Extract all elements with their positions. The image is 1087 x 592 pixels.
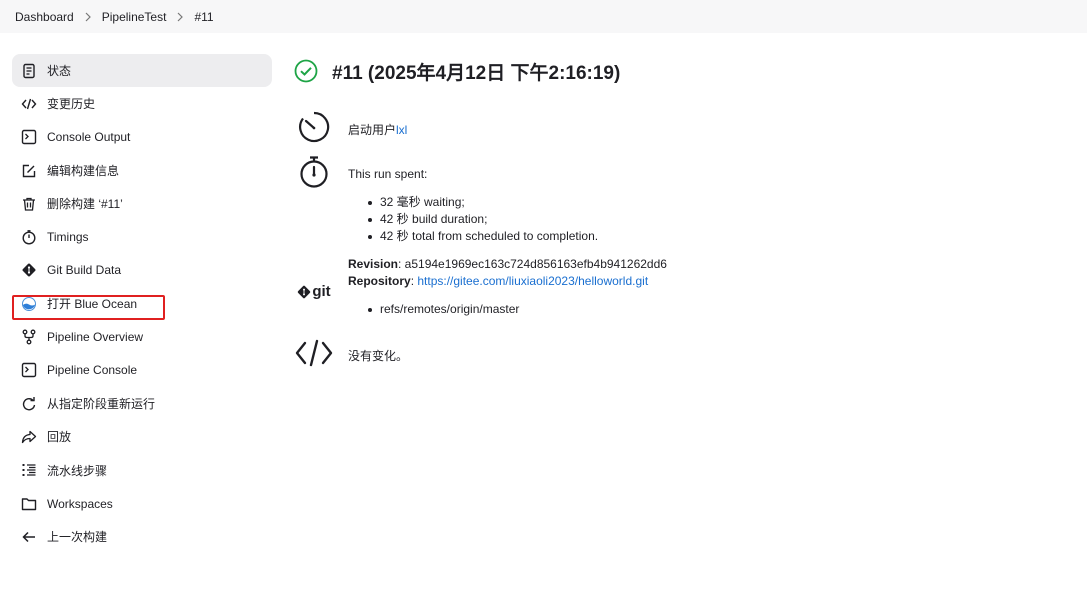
replay-icon [20,428,38,446]
sidebar: 状态 变更历史 Console Output 编辑构建信息 删除构建 ‘#11’… [12,54,272,553]
page-title-row: #11 (2025年4月12日 下午2:16:19) [294,56,1074,86]
status-doc-icon [20,62,38,80]
git-section: git Revision: a5194e1969ec163c724d856163… [294,256,667,318]
changes-section: 没有变化。 [294,338,408,368]
sidebar-item-pipeline-overview[interactable]: Pipeline Overview [12,320,272,353]
started-by-user-link[interactable]: lxl [396,123,407,137]
folder-icon [20,495,38,513]
git-logo-text: git [312,283,331,300]
sidebar-item-changes[interactable]: 变更历史 [12,87,272,120]
git-icon [298,285,311,298]
git-logo: git [297,265,331,318]
sidebar-item-git-build-data[interactable]: Git Build Data [12,254,272,287]
sidebar-item-replay[interactable]: 回放 [12,420,272,453]
revision-label: Revision [348,257,399,271]
list-item: 42 秒 total from scheduled to completion. [348,228,598,245]
stopwatch-icon [300,156,328,188]
started-by-section: 启动用户lxl [294,110,407,144]
breadcrumb: Dashboard PipelineTest #11 [0,0,1087,33]
repository-label: Repository [348,274,411,288]
breadcrumb-build[interactable]: #11 [194,10,213,24]
revision-value: : a5194e1969ec163c724d856163efb4b941262d… [398,257,667,271]
sidebar-item-label: Git Build Data [47,263,122,278]
sidebar-item-label: Pipeline Console [47,363,138,378]
repository-link[interactable]: https://gitee.com/liuxiaoli2023/hellowor… [417,274,648,288]
sidebar-item-restart-from-stage[interactable]: 从指定阶段重新运行 [12,387,272,420]
breadcrumb-pipeline[interactable]: PipelineTest [102,10,167,24]
no-changes-text: 没有变化。 [348,349,409,363]
sidebar-item-label: 编辑构建信息 [47,164,120,179]
restart-icon [20,395,38,413]
sidebar-item-label: Pipeline Overview [47,330,144,345]
sidebar-item-label: Console Output [47,130,131,145]
repository-line: Repository: https://gitee.com/liuxiaoli2… [348,273,667,290]
sidebar-item-previous-build[interactable]: 上一次构建 [12,520,272,553]
sidebar-item-label: 从指定阶段重新运行 [47,397,156,412]
git-icon [20,261,38,279]
sidebar-item-workspaces[interactable]: Workspaces [12,487,272,520]
started-by-prefix: 启动用户 [348,123,397,137]
sidebar-item-blue-ocean[interactable]: 打开 Blue Ocean [12,287,272,320]
terminal-icon [20,128,38,146]
revision-line: Revision: a5194e1969ec163c724d856163efb4… [348,256,667,273]
edit-icon [20,162,38,180]
main-content: #11 (2025年4月12日 下午2:16:19) 启动用户lxl This … [294,56,1074,367]
sidebar-item-status[interactable]: 状态 [12,54,272,88]
chevron-right-icon [74,12,102,22]
pipeline-branch-icon [20,328,38,346]
sidebar-item-label: 上一次构建 [47,530,108,545]
sidebar-item-delete-build[interactable]: 删除构建 ‘#11’ [12,187,272,220]
sidebar-item-label: 流水线步骤 [47,463,108,478]
sidebar-item-timings[interactable]: Timings [12,220,272,253]
sidebar-item-pipeline-steps[interactable]: 流水线步骤 [12,454,272,487]
chevron-right-icon [166,12,194,22]
stopwatch-icon [20,228,38,246]
success-check-icon [294,59,318,83]
code-icon [20,95,38,113]
run-spent-list: 32 毫秒 waiting; 42 秒 build duration; 42 秒… [348,194,598,245]
sidebar-item-console-output[interactable]: Console Output [12,121,272,154]
list-steps-icon [20,461,38,479]
sidebar-item-label: 回放 [47,430,72,445]
trash-icon [20,195,38,213]
list-item: refs/remotes/origin/master [348,301,667,318]
blue-ocean-icon [20,295,38,313]
sidebar-item-label: 删除构建 ‘#11’ [47,197,123,212]
list-item: 32 毫秒 waiting; [348,194,598,211]
page-title: #11 (2025年4月12日 下午2:16:19) [332,62,621,84]
terminal-icon [20,361,38,379]
sidebar-item-label: 变更历史 [47,97,96,112]
list-item: 42 秒 build duration; [348,211,598,228]
branch-list: refs/remotes/origin/master [348,301,667,318]
sidebar-item-label: 打开 Blue Ocean [47,297,138,312]
timer-icon [299,111,330,143]
run-spent-label: This run spent: [348,167,428,181]
sidebar-item-label: 状态 [47,64,72,79]
sidebar-item-label: Timings [47,230,89,245]
sidebar-item-label: Workspaces [47,496,113,511]
breadcrumb-dashboard[interactable]: Dashboard [15,10,74,24]
arrow-left-icon [20,528,38,546]
code-icon [295,339,333,367]
sidebar-item-edit-build-info[interactable]: 编辑构建信息 [12,154,272,187]
sidebar-item-pipeline-console[interactable]: Pipeline Console [12,354,272,387]
run-spent-section: This run spent: 32 毫秒 waiting; 42 秒 buil… [294,154,598,245]
